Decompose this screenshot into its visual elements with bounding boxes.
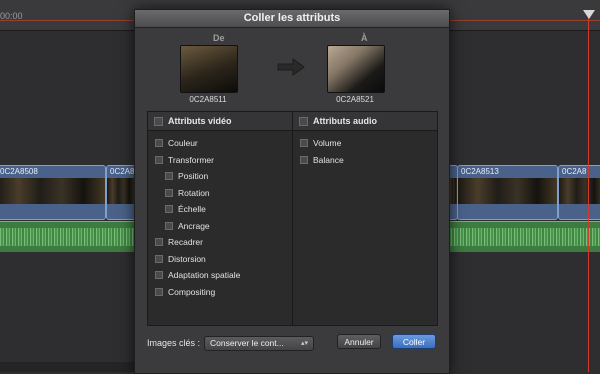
checkbox[interactable]: [165, 172, 173, 181]
checkbox[interactable]: [155, 238, 163, 247]
clip-filmstrip: [559, 178, 600, 204]
destination-thumbnail: [327, 45, 385, 93]
checkbox[interactable]: [155, 271, 163, 280]
destination-label: À: [361, 33, 368, 43]
video-attributes-column: Attributs vidéo Couleur Transformer Posi…: [148, 112, 293, 325]
dialog-footer: Images clés : Conserver le cont... ▴▾ An…: [147, 334, 436, 352]
audio-waveform: [448, 228, 600, 246]
attributes-panel: Attributs vidéo Couleur Transformer Posi…: [147, 111, 438, 326]
attr-ancrage[interactable]: Ancrage: [148, 218, 292, 235]
destination-clip-name: 0C2A8521: [336, 95, 374, 104]
playhead-handle-icon[interactable]: [583, 10, 595, 19]
checkbox[interactable]: [155, 139, 163, 148]
checkbox[interactable]: [154, 116, 163, 126]
video-clip[interactable]: 0C2A8: [106, 165, 136, 220]
checkbox[interactable]: [165, 188, 173, 197]
attr-label: Rotation: [178, 187, 210, 198]
checkbox[interactable]: [155, 254, 163, 263]
keyframes-label: Images clés :: [147, 338, 201, 348]
audio-waveform: [0, 228, 136, 246]
checkbox[interactable]: [299, 116, 308, 126]
attr-adaptation-spatiale[interactable]: Adaptation spatiale: [148, 267, 292, 284]
checkbox[interactable]: [300, 155, 308, 164]
attr-label: Compositing: [168, 286, 216, 297]
audio-clip[interactable]: [0, 221, 136, 252]
keyframes-select[interactable]: Conserver le cont... ▴▾: [204, 335, 315, 351]
keyframes-value: Conserver le cont...: [210, 338, 284, 348]
video-clip[interactable]: 0C2A8: [558, 165, 600, 220]
attr-label: Transformer: [168, 154, 214, 165]
attr-recadrer[interactable]: Recadrer: [148, 234, 292, 251]
attr-label: Volume: [313, 138, 342, 149]
video-clip[interactable]: 0C2A8508: [0, 165, 106, 220]
clip-label: 0C2A8513: [461, 167, 499, 176]
attr-label: Position: [178, 171, 209, 182]
attr-transformer[interactable]: Transformer: [148, 152, 292, 169]
attr-balance[interactable]: Balance: [293, 152, 437, 169]
clip-label: 0C2A8: [562, 167, 587, 176]
checkbox[interactable]: [155, 155, 163, 164]
attr-echelle[interactable]: Échelle: [148, 201, 292, 218]
clip-label: 0C2A8: [110, 167, 135, 176]
audio-clip[interactable]: [448, 221, 600, 252]
playhead[interactable]: [588, 12, 589, 372]
clip-filmstrip: [458, 178, 557, 204]
attr-distorsion[interactable]: Distorsion: [148, 251, 292, 268]
checkbox[interactable]: [165, 221, 173, 230]
source-clip-name: 0C2A8511: [189, 95, 227, 104]
paste-button[interactable]: Coller: [392, 334, 436, 349]
clip-label: 0C2A8508: [0, 167, 38, 176]
attr-label: Adaptation spatiale: [168, 270, 241, 281]
arrow-right-icon: [277, 58, 305, 76]
chevron-updown-icon: ▴▾: [301, 340, 309, 347]
checkbox[interactable]: [300, 139, 308, 148]
attr-label: Couleur: [168, 138, 198, 149]
video-attributes-header[interactable]: Attributs vidéo: [148, 112, 292, 131]
attr-position[interactable]: Position: [148, 168, 292, 185]
checkbox[interactable]: [155, 287, 163, 296]
attr-label: Balance: [313, 154, 344, 165]
audio-attributes-header[interactable]: Attributs audio: [293, 112, 437, 131]
attr-label: Recadrer: [168, 237, 203, 248]
video-attributes-label: Attributs vidéo: [168, 116, 232, 126]
checkbox[interactable]: [165, 205, 173, 214]
video-clip[interactable]: 0C2A8513: [457, 165, 558, 220]
attr-label: Ancrage: [178, 220, 210, 231]
attr-couleur[interactable]: Couleur: [148, 135, 292, 152]
cancel-button[interactable]: Annuler: [337, 334, 381, 349]
source-thumbnail: [180, 45, 238, 93]
attr-compositing[interactable]: Compositing: [148, 284, 292, 301]
source-label: De: [213, 33, 225, 43]
clip-filmstrip: [107, 178, 135, 204]
paste-attributes-dialog: Coller les attributs De À 0C2A8511 0C2A8…: [134, 9, 450, 374]
attr-label: Distorsion: [168, 253, 206, 264]
dialog-title: Coller les attributs: [135, 10, 449, 28]
attr-label: Échelle: [178, 204, 206, 215]
attr-rotation[interactable]: Rotation: [148, 185, 292, 202]
clip-filmstrip: [0, 178, 105, 204]
audio-attributes-column: Attributs audio Volume Balance: [293, 112, 437, 325]
audio-attributes-label: Attributs audio: [313, 116, 377, 126]
attr-volume[interactable]: Volume: [293, 135, 437, 152]
clip-filmstrip: [449, 178, 457, 204]
